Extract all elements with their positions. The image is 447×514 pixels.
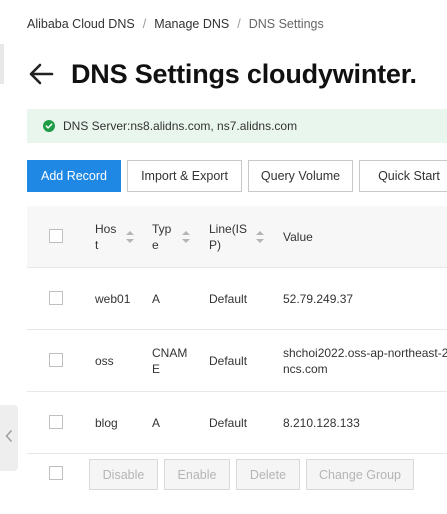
- record-line: Default: [209, 353, 248, 368]
- left-rail-edge: [0, 44, 4, 84]
- record-line: Default: [209, 291, 248, 306]
- dns-server-text: DNS Server:ns8.alidns.com, ns7.alidns.co…: [63, 119, 298, 133]
- column-header-type[interactable]: Typ e: [152, 206, 182, 267]
- breadcrumb-separator: /: [142, 17, 147, 31]
- chevron-left-icon: [5, 429, 13, 448]
- record-type: A: [152, 415, 161, 430]
- toolbar: Add Record Import & Export Query Volume …: [27, 160, 447, 192]
- row-checkbox[interactable]: [49, 414, 63, 429]
- change-group-button[interactable]: Change Group: [306, 459, 414, 490]
- disable-button[interactable]: Disable: [89, 459, 158, 490]
- table-row: oss CNAM E Default shchoi2022.oss-ap-nort…: [27, 330, 447, 392]
- record-host: blog: [95, 415, 118, 430]
- quick-start-button[interactable]: Quick Start: [359, 160, 447, 192]
- page-title: DNS Settings cloudywinter.: [71, 58, 417, 89]
- sort-type-icon[interactable]: [182, 230, 190, 243]
- record-value: shchoi2022.oss-ap-northeast-2 ncs.com: [283, 345, 447, 376]
- row-checkbox[interactable]: [49, 290, 63, 305]
- title-bar: DNS Settings cloudywinter.: [27, 56, 417, 92]
- record-line: Default: [209, 415, 248, 430]
- record-type: CNAM E: [152, 345, 188, 376]
- check-circle-icon: [43, 120, 55, 132]
- sort-host-icon[interactable]: [126, 230, 134, 243]
- breadcrumb-item-current: DNS Settings: [248, 17, 324, 31]
- table-row: web01 A Default 52.79.249.37: [27, 268, 447, 330]
- record-type: A: [152, 291, 161, 306]
- delete-button[interactable]: Delete: [236, 459, 300, 490]
- breadcrumb: Alibaba Cloud DNS / Manage DNS / DNS Setting…: [27, 17, 324, 31]
- dns-records-table: Hos t Typ e Line(IS P) Value web01 A Defaul…: [27, 206, 447, 454]
- batch-actions-bar: Disable Enable Delete Change Group: [27, 450, 447, 498]
- batch-select-checkbox[interactable]: [49, 466, 63, 480]
- record-value: 8.210.128.133: [283, 415, 360, 430]
- table-row: blog A Default 8.210.128.133: [27, 392, 447, 454]
- breadcrumb-item-manage[interactable]: Manage DNS: [154, 17, 229, 31]
- breadcrumb-separator: /: [237, 17, 241, 31]
- record-host: web01: [95, 291, 131, 306]
- sort-line-icon[interactable]: [256, 230, 264, 243]
- back-arrow-icon[interactable]: [27, 60, 55, 88]
- collapse-sidebar-handle[interactable]: [0, 405, 18, 471]
- enable-button[interactable]: Enable: [164, 459, 230, 490]
- row-checkbox[interactable]: [49, 352, 63, 367]
- record-host: oss: [95, 353, 114, 368]
- select-all-checkbox[interactable]: [49, 228, 63, 243]
- add-record-button[interactable]: Add Record: [27, 160, 121, 192]
- column-header-line[interactable]: Line(IS P): [209, 206, 254, 267]
- table-header-row: Hos t Typ e Line(IS P) Value: [27, 206, 447, 268]
- breadcrumb-item-dns[interactable]: Alibaba Cloud DNS: [27, 17, 135, 31]
- import-export-button[interactable]: Import & Export: [127, 160, 242, 192]
- dns-server-status: DNS Server:ns8.alidns.com, ns7.alidns.co…: [27, 109, 447, 143]
- column-header-value: Value: [283, 229, 313, 244]
- record-value: 52.79.249.37: [283, 291, 354, 306]
- query-volume-button[interactable]: Query Volume: [248, 160, 353, 192]
